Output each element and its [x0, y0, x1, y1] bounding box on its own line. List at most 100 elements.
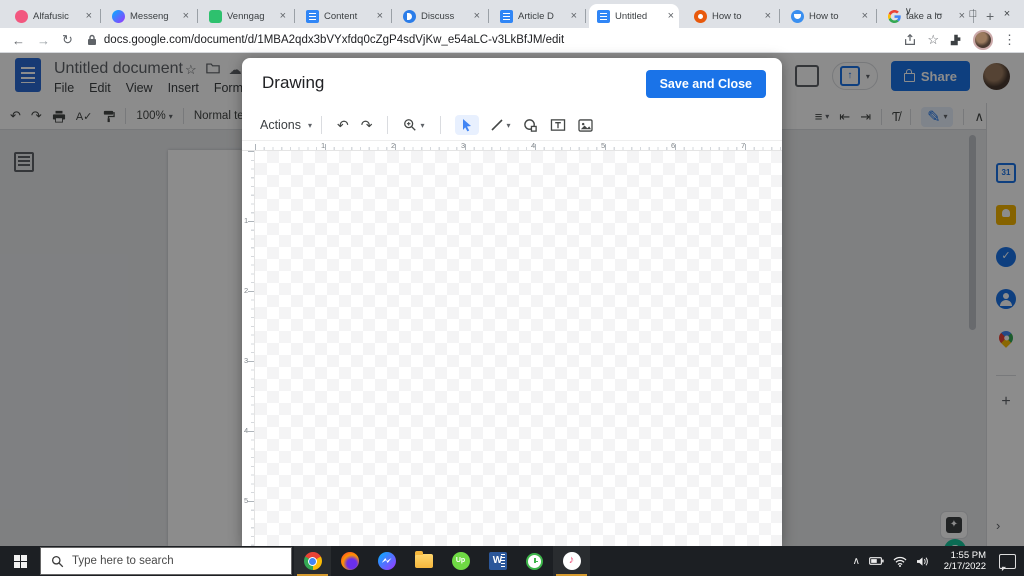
ruler-number: 6 — [671, 141, 675, 150]
tab-close-icon[interactable]: × — [861, 10, 869, 23]
alfafusion-icon — [15, 10, 28, 23]
ruler-number: 5 — [601, 141, 605, 150]
select-tool-icon[interactable] — [455, 115, 479, 135]
reload-icon[interactable]: ↻ — [62, 32, 73, 48]
chevron-down-icon: ▾ — [420, 121, 424, 130]
taskbar-file-explorer-icon[interactable] — [405, 546, 442, 576]
tab-content[interactable]: Content × — [298, 4, 388, 28]
tab-discuss[interactable]: Discuss × — [395, 4, 485, 28]
tab-close-icon[interactable]: × — [376, 10, 384, 23]
tab-venngage[interactable]: Venngag × — [201, 4, 291, 28]
lock-icon — [87, 34, 97, 46]
shape-tool-icon[interactable] — [523, 118, 538, 133]
tab-close-icon[interactable]: × — [279, 10, 287, 23]
tab-untitled-active[interactable]: Untitled × — [589, 4, 679, 28]
browser-profile-avatar[interactable] — [973, 30, 993, 50]
ruler-number: 4 — [244, 426, 248, 435]
forward-icon[interactable]: → — [37, 33, 50, 48]
drawing-canvas[interactable] — [255, 151, 782, 546]
tab-how-to-2[interactable]: How to × — [783, 4, 873, 28]
browser-address-bar: ← → ↻ docs.google.com/document/d/1MBA2qd… — [0, 28, 1024, 53]
ruler-number: 4 — [531, 141, 535, 150]
windows-taskbar: Type here to search Up W ♪ ∧ 1:55 PM 2/1… — [0, 546, 1024, 576]
divider — [387, 116, 388, 134]
ruler-number: 7 — [741, 141, 745, 150]
taskbar-chrome-icon[interactable] — [294, 546, 331, 576]
wifi-icon[interactable] — [893, 556, 907, 567]
drawing-dialog: Drawing Save and Close Actions ▾ ↶ ↷ ▾ ▾ — [242, 58, 782, 546]
url-text: docs.google.com/document/d/1MBA2qdx3bVYx… — [104, 34, 564, 46]
taskbar-timer-icon[interactable] — [516, 546, 553, 576]
tab-how-to-1[interactable]: How to × — [686, 4, 776, 28]
office-icon — [694, 10, 707, 23]
chevron-down-icon: ▾ — [507, 121, 511, 130]
share-page-icon[interactable] — [903, 33, 917, 47]
window-close-button[interactable]: × — [990, 8, 1024, 20]
taskbar-messenger-icon[interactable] — [368, 546, 405, 576]
tab-label: How to — [712, 11, 759, 22]
window-minimize-button[interactable]: – — [922, 8, 956, 20]
actions-label: Actions — [260, 118, 301, 132]
taskbar-word-icon[interactable]: W — [479, 546, 516, 576]
save-and-close-button[interactable]: Save and Close — [646, 70, 766, 98]
tab-messenger[interactable]: Messeng × — [104, 4, 194, 28]
taskbar-itunes-icon[interactable]: ♪ — [553, 546, 590, 576]
tab-close-icon[interactable]: × — [570, 10, 578, 23]
tab-label: Article D — [518, 11, 565, 22]
actions-menu[interactable]: Actions ▾ — [260, 118, 312, 132]
divider — [440, 116, 441, 134]
volume-icon[interactable] — [916, 556, 929, 567]
browser-menu-icon[interactable]: ⋮ — [1003, 32, 1016, 48]
address-bar-actions: ☆ ⋮ — [903, 30, 1016, 50]
tab-close-icon[interactable]: × — [667, 10, 675, 23]
tab-close-icon[interactable]: × — [764, 10, 772, 23]
screen: Alfafusic × Messeng × Venngag × Content … — [0, 0, 1024, 576]
ruler-number: 3 — [244, 356, 248, 365]
tray-expand-icon[interactable]: ∧ — [853, 556, 860, 567]
ruler-number: 2 — [391, 141, 395, 150]
drawing-dialog-header: Drawing Save and Close — [242, 58, 782, 110]
insert-image-icon[interactable] — [578, 119, 593, 132]
tab-search-chevron-icon[interactable]: ∨ — [905, 6, 912, 17]
redo-icon[interactable]: ↷ — [361, 117, 373, 134]
tab-article[interactable]: Article D × — [492, 4, 582, 28]
tab-label: Untitled — [615, 11, 662, 22]
ruler-number: 2 — [244, 286, 248, 295]
tab-close-icon[interactable]: × — [182, 10, 190, 23]
taskbar-search-input[interactable]: Type here to search — [40, 547, 292, 575]
discuss-icon — [403, 10, 416, 23]
taskbar-upwork-icon[interactable]: Up — [442, 546, 479, 576]
taskbar-firefox-icon[interactable] — [331, 546, 368, 576]
windows-logo-icon — [14, 555, 27, 568]
action-center-icon[interactable] — [999, 554, 1016, 569]
tab-label: Venngag — [227, 11, 274, 22]
search-icon — [51, 555, 64, 568]
undo-icon[interactable]: ↶ — [337, 117, 349, 134]
tray-date: 2/17/2022 — [938, 561, 986, 572]
back-icon[interactable]: ← — [12, 33, 25, 48]
text-box-tool-icon[interactable] — [550, 118, 566, 132]
zoom-tool-icon[interactable]: ▾ — [403, 118, 424, 132]
chevron-down-icon: ▾ — [308, 121, 312, 130]
system-tray: ∧ 1:55 PM 2/17/2022 — [853, 546, 1024, 576]
extensions-icon[interactable] — [949, 33, 963, 47]
tab-label: Alfafusic — [33, 11, 80, 22]
ruler-number: 1 — [321, 141, 325, 150]
divider — [321, 116, 322, 134]
tab-label: Discuss — [421, 11, 468, 22]
window-maximize-button[interactable]: □ — [956, 8, 990, 20]
window-controls: – □ × — [922, 0, 1024, 28]
url-box[interactable]: docs.google.com/document/d/1MBA2qdx3bVYx… — [87, 34, 903, 46]
tab-close-icon[interactable]: × — [473, 10, 481, 23]
tab-alfafusion[interactable]: Alfafusic × — [7, 4, 97, 28]
tray-clock[interactable]: 1:55 PM 2/17/2022 — [938, 550, 986, 572]
battery-icon[interactable] — [869, 556, 884, 566]
start-button[interactable] — [0, 546, 40, 576]
browser-tab-strip: Alfafusic × Messeng × Venngag × Content … — [0, 0, 1024, 28]
google-docs-icon — [500, 10, 513, 23]
bookmark-star-icon[interactable]: ☆ — [927, 32, 939, 48]
taskbar-apps: Up W ♪ — [294, 546, 590, 576]
tab-close-icon[interactable]: × — [85, 10, 93, 23]
tray-time: 1:55 PM — [938, 550, 986, 561]
line-tool-icon[interactable]: ▾ — [490, 118, 511, 132]
